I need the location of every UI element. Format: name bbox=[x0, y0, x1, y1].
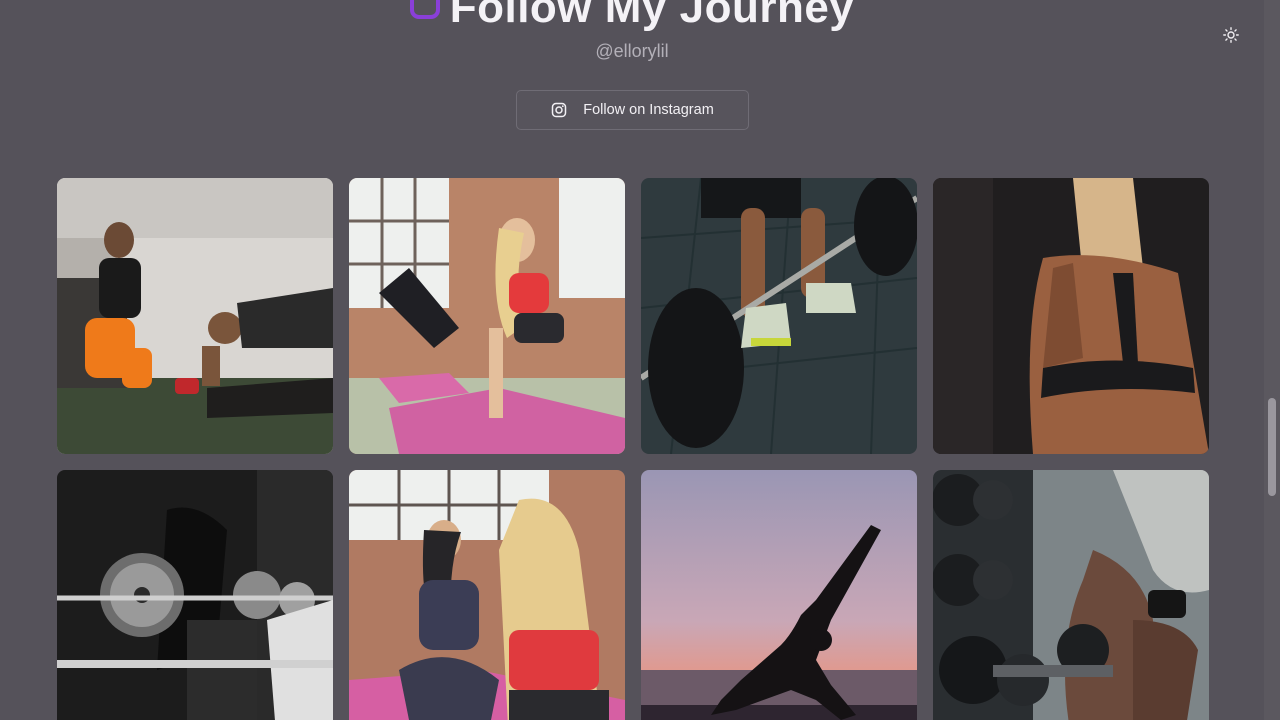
page: Follow My Journey @ellorylil Follow on I… bbox=[0, 0, 1280, 720]
gallery-photo[interactable] bbox=[57, 470, 333, 720]
gallery-photo[interactable] bbox=[933, 178, 1209, 454]
instagram-icon bbox=[551, 102, 567, 118]
page-title: Follow My Journey bbox=[0, 0, 1264, 34]
gallery-photo[interactable] bbox=[349, 470, 625, 720]
page-title-text: Follow My Journey bbox=[449, 0, 855, 32]
follow-button-label: Follow on Instagram bbox=[583, 102, 714, 118]
photo-gallery bbox=[57, 178, 1209, 720]
instagram-handle: @ellorylil bbox=[595, 41, 669, 61]
gallery-photo[interactable] bbox=[57, 178, 333, 454]
gallery-photo[interactable] bbox=[349, 178, 625, 454]
gallery-photo[interactable] bbox=[641, 178, 917, 454]
instagram-icon bbox=[409, 0, 440, 20]
follow-instagram-button[interactable]: Follow on Instagram bbox=[516, 90, 749, 130]
scrollbar-thumb[interactable] bbox=[1268, 398, 1276, 496]
theme-toggle-button[interactable] bbox=[1220, 24, 1242, 46]
gallery-photo[interactable] bbox=[933, 470, 1209, 720]
scrollbar-track[interactable] bbox=[1264, 0, 1280, 720]
gallery-photo[interactable] bbox=[641, 470, 917, 720]
sun-icon bbox=[1223, 27, 1239, 43]
